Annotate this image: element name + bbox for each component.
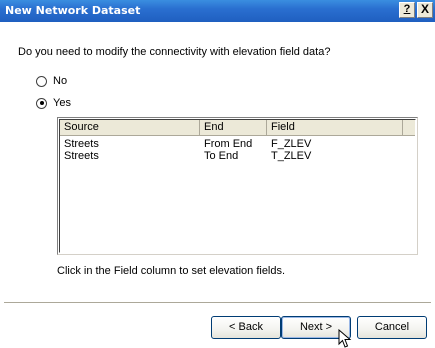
table-row[interactable]: Streets From End F_ZLEV	[60, 138, 415, 150]
column-header-filler	[403, 120, 415, 136]
mouse-cursor-icon	[338, 329, 352, 348]
radio-label-no: No	[53, 75, 68, 87]
cancel-button[interactable]: Cancel	[357, 316, 427, 339]
help-button[interactable]: ?	[399, 2, 415, 18]
table-header: Source End Field	[60, 120, 415, 136]
column-header-field[interactable]: Field	[267, 120, 403, 136]
dialog-window: New Network Dataset ? X Do you need to m…	[0, 0, 435, 348]
cell-source: Streets	[64, 138, 99, 150]
title-bar[interactable]: New Network Dataset ? X	[0, 0, 435, 22]
close-button[interactable]: X	[417, 2, 433, 18]
hint-text: Click in the Field column to set elevati…	[57, 265, 286, 277]
radio-icon[interactable]	[36, 75, 47, 87]
window-title: New Network Dataset	[5, 4, 141, 17]
radio-label-yes: Yes	[53, 97, 71, 109]
table-inner: Source End Field Streets From End F_ZLEV…	[59, 119, 416, 253]
radio-icon[interactable]	[36, 97, 47, 109]
table-body: Streets From End F_ZLEV Streets To End T…	[60, 138, 415, 162]
question-text: Do you need to modify the connectivity w…	[18, 46, 331, 58]
cell-end: To End	[204, 150, 239, 162]
cell-source: Streets	[64, 150, 99, 162]
radio-option-yes[interactable]: Yes	[36, 97, 71, 109]
table-row[interactable]: Streets To End T_ZLEV	[60, 150, 415, 162]
cell-end: From End	[204, 138, 253, 150]
cell-field[interactable]: F_ZLEV	[267, 138, 403, 150]
column-header-source[interactable]: Source	[60, 120, 200, 136]
back-button[interactable]: < Back	[211, 316, 281, 339]
radio-option-no[interactable]: No	[36, 75, 67, 87]
cell-field[interactable]: T_ZLEV	[267, 150, 403, 162]
column-header-end[interactable]: End	[200, 120, 267, 136]
elevation-fields-table[interactable]: Source End Field Streets From End F_ZLEV…	[57, 117, 418, 255]
separator	[4, 302, 431, 304]
